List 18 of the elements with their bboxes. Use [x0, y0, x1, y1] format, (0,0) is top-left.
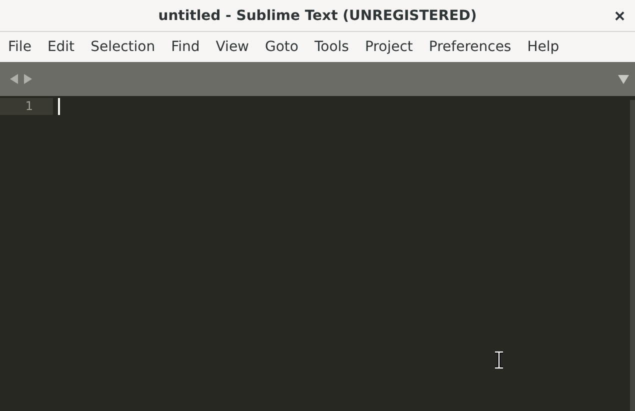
line-number: 1 [0, 98, 53, 115]
menu-item[interactable]: Preferences [424, 39, 516, 55]
menu-item[interactable]: Find [166, 39, 205, 55]
menu-item[interactable]: Help [522, 39, 564, 55]
text-cursor-icon [494, 351, 504, 369]
tab-navigation-arrows-icon[interactable] [10, 74, 32, 84]
menu-item[interactable]: Project [360, 39, 418, 55]
window-title: untitled - Sublime Text (UNREGISTERED) [158, 8, 477, 24]
menu-item[interactable]: Edit [42, 39, 80, 55]
menu-item[interactable]: Selection [86, 39, 160, 55]
scrollbar[interactable] [630, 100, 635, 411]
dropdown-triangle-icon[interactable] [618, 74, 629, 84]
menu-item[interactable]: Tools [309, 39, 354, 55]
close-button[interactable]: × [610, 6, 629, 26]
menu-item[interactable]: File [3, 39, 36, 55]
text-caret [58, 98, 60, 115]
menu-item[interactable]: Goto [260, 39, 304, 55]
menu-item[interactable]: View [210, 39, 254, 55]
